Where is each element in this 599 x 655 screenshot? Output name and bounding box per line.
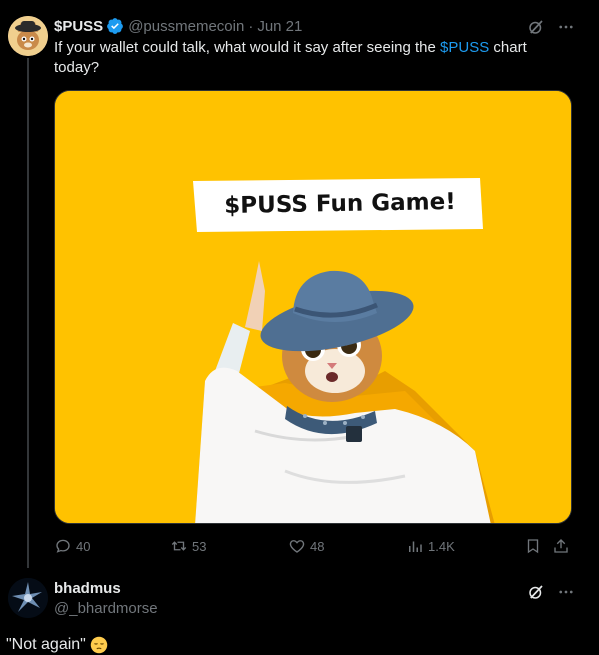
like-count: 48 — [310, 538, 325, 554]
author-handle[interactable]: @pussmemecoin — [128, 18, 244, 35]
more-icon[interactable] — [556, 17, 576, 37]
reply-top-actions — [526, 582, 576, 602]
retweet-count: 53 — [192, 538, 207, 554]
verified-badge-icon — [106, 17, 124, 35]
tweet-date[interactable]: Jun 21 — [257, 18, 302, 35]
cashtag-link[interactable]: $PUSS — [440, 39, 489, 56]
media-banner-text: $PUSS Fun Game! — [224, 188, 456, 220]
share-button[interactable] — [552, 537, 570, 555]
bookmark-button[interactable] — [524, 537, 542, 555]
tweet-header: $PUSS @pussmemecoin · Jun 21 — [54, 16, 302, 36]
more-icon[interactable] — [556, 582, 576, 602]
like-icon — [289, 540, 305, 553]
grok-icon[interactable] — [526, 582, 546, 602]
reply-text: "Not again" — [6, 636, 108, 654]
tweet-media-image[interactable]: $PUSS Fun Game! — [54, 90, 572, 524]
reply-button[interactable]: 40 — [54, 537, 90, 555]
puss-avatar[interactable] — [8, 16, 48, 56]
pensive-emoji-icon — [90, 636, 108, 654]
reply-text-content: "Not again" — [6, 636, 86, 653]
reply-count: 40 — [76, 538, 91, 554]
retweet-icon — [171, 541, 187, 551]
retweet-button[interactable]: 53 — [170, 537, 206, 555]
tweet-action-bar: 40 53 48 1.4K — [54, 536, 574, 556]
bhadmus-avatar[interactable] — [8, 578, 48, 618]
views-button[interactable]: 1.4K — [406, 537, 455, 555]
views-icon — [409, 541, 422, 552]
reply-author-handle[interactable]: @_bhardmorse — [54, 600, 158, 617]
author-name[interactable]: $PUSS — [54, 18, 103, 35]
tweet-text-start: If your wallet could talk, what would it… — [54, 39, 441, 56]
views-count: 1.4K — [428, 538, 455, 554]
reply-author-name[interactable]: bhadmus — [54, 580, 121, 597]
tweet-text: If your wallet could talk, what would it… — [54, 38, 574, 78]
thread-line — [27, 58, 29, 568]
separator-dot: · — [248, 17, 254, 35]
like-button[interactable]: 48 — [288, 537, 324, 555]
reply-icon — [56, 539, 70, 553]
grok-icon[interactable] — [526, 17, 546, 37]
bookmark-icon — [527, 539, 539, 554]
share-icon — [554, 539, 568, 553]
tweet-top-actions — [526, 17, 576, 37]
